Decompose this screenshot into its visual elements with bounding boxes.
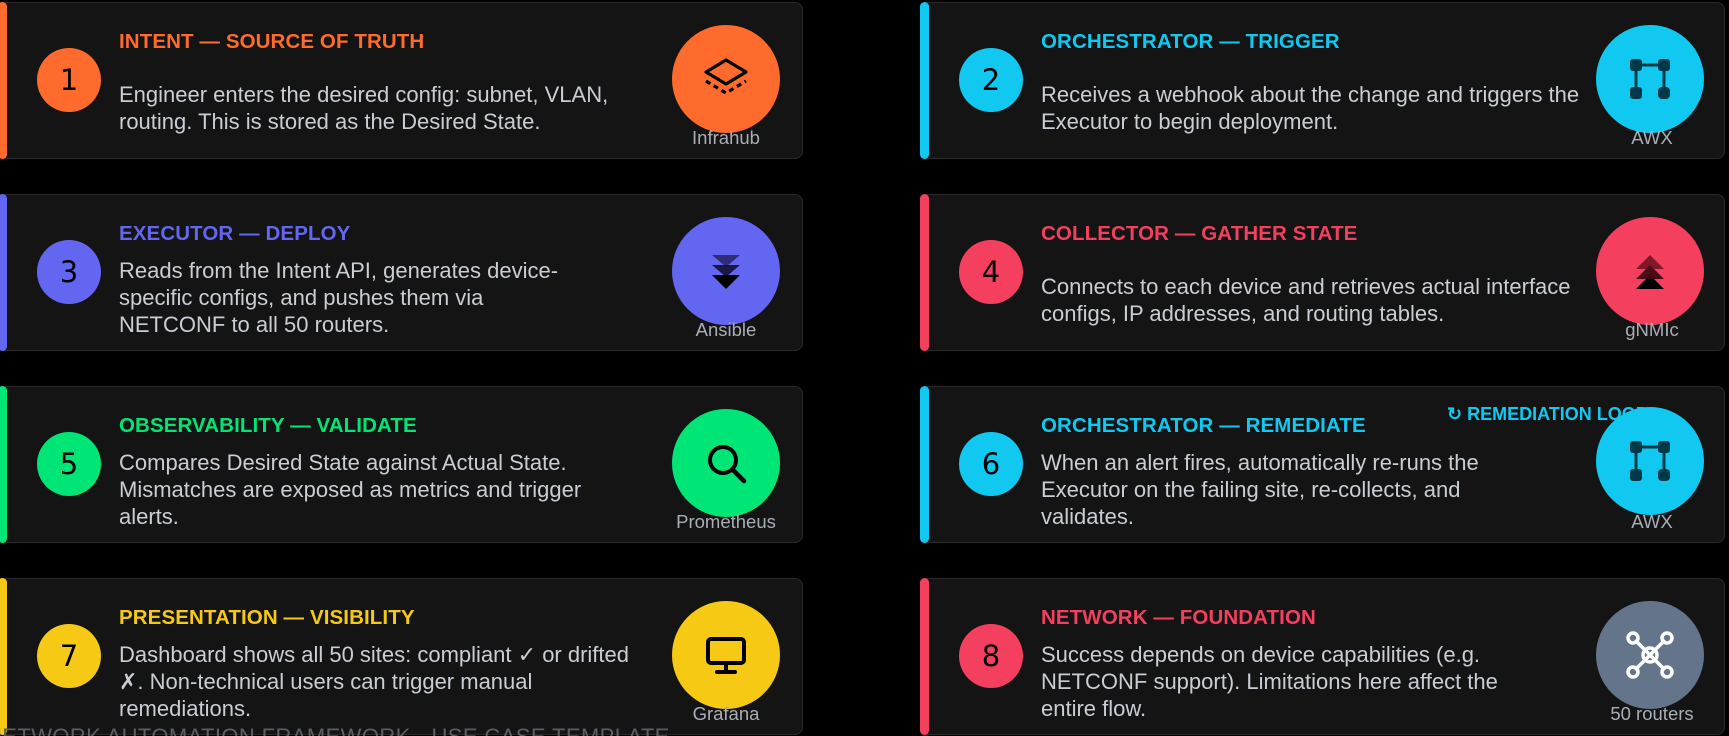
step-description: Success depends on device capabilities (… xyxy=(1041,642,1498,721)
step-number-badge: 5 xyxy=(37,432,101,496)
tool-name-label: Grafana xyxy=(692,703,760,724)
step-number-badge: 3 xyxy=(37,240,101,304)
layers-icon xyxy=(672,25,780,133)
step-number-badge: 1 xyxy=(37,48,101,112)
step-title: COLLECTOR — GATHER STATE xyxy=(1041,222,1358,245)
accent-bar xyxy=(920,194,929,351)
network-hub-icon xyxy=(1596,601,1704,709)
step-description: When an alert fires, automatically re-ru… xyxy=(1041,450,1479,529)
step-description: Compares Desired State against Actual St… xyxy=(119,450,582,529)
step-card-observability: 5 OBSERVABILITY — VALIDATE Compares Desi… xyxy=(0,386,803,543)
tool-name-label: Infrahub xyxy=(692,127,760,148)
step-title: INTENT — SOURCE OF TRUTH xyxy=(119,30,425,53)
step-description: Connects to each device and retrieves ac… xyxy=(1041,274,1571,326)
step-title: PRESENTATION — VISIBILITY xyxy=(119,606,415,629)
step-title: ORCHESTRATOR — TRIGGER xyxy=(1041,30,1340,53)
step-description: Engineer enters the desired config: subn… xyxy=(119,82,609,134)
workflow-icon xyxy=(1596,25,1704,133)
step-title: NETWORK — FOUNDATION xyxy=(1041,606,1316,629)
search-icon xyxy=(672,409,780,517)
step-title: EXECUTOR — DEPLOY xyxy=(119,222,351,245)
footer-caption: NETWORK AUTOMATION FRAMEWORK · USE CASE … xyxy=(0,724,670,736)
accent-bar xyxy=(920,386,929,543)
tool-name-label: Prometheus xyxy=(676,511,776,532)
monitor-icon xyxy=(672,601,780,709)
step-card-executor: 3 EXECUTOR — DEPLOY Reads from the Inten… xyxy=(0,194,803,351)
step-title: ORCHESTRATOR — REMEDIATE xyxy=(1041,414,1366,437)
step-card-collector: 4 COLLECTOR — GATHER STATE Connects to e… xyxy=(920,194,1725,351)
step-card-intent: 1 INTENT — SOURCE OF TRUTH Engineer ente… xyxy=(0,2,803,159)
tool-name-label: Ansible xyxy=(695,319,757,340)
step-number-badge: 6 xyxy=(959,432,1023,496)
diagram-canvas: 1 INTENT — SOURCE OF TRUTH Engineer ente… xyxy=(0,0,1729,736)
step-card-orchestrator-trigger: 2 ORCHESTRATOR — TRIGGER Receives a webh… xyxy=(920,2,1725,159)
tool-name-label: gNMIc xyxy=(1625,319,1679,340)
collect-up-icon xyxy=(1596,217,1704,325)
accent-bar xyxy=(920,2,929,159)
tool-name-label: AWX xyxy=(1631,127,1673,148)
accent-bar xyxy=(0,194,7,351)
step-number-badge: 2 xyxy=(959,48,1023,112)
step-card-presentation: 7 PRESENTATION — VISIBILITY Dashboard sh… xyxy=(0,578,803,735)
step-description: Reads from the Intent API, generates dev… xyxy=(119,258,559,337)
step-card-network: 8 NETWORK — FOUNDATION Success depends o… xyxy=(920,578,1725,735)
step-number-badge: 4 xyxy=(959,240,1023,304)
accent-bar xyxy=(0,2,7,159)
step-description: Dashboard shows all 50 sites: compliant … xyxy=(119,642,630,721)
step-description: Receives a webhook about the change and … xyxy=(1041,82,1580,134)
accent-bar xyxy=(920,578,929,735)
tool-name-label: 50 routers xyxy=(1610,703,1694,724)
remediation-loop-tag: ↻ REMEDIATION LOOP xyxy=(1447,404,1648,424)
deploy-down-icon xyxy=(672,217,780,325)
step-number-badge: 7 xyxy=(37,624,101,688)
accent-bar xyxy=(0,386,7,543)
step-number-badge: 8 xyxy=(959,624,1023,688)
accent-bar xyxy=(0,578,7,735)
tool-name-label: AWX xyxy=(1631,511,1673,532)
step-title: OBSERVABILITY — VALIDATE xyxy=(119,414,417,437)
